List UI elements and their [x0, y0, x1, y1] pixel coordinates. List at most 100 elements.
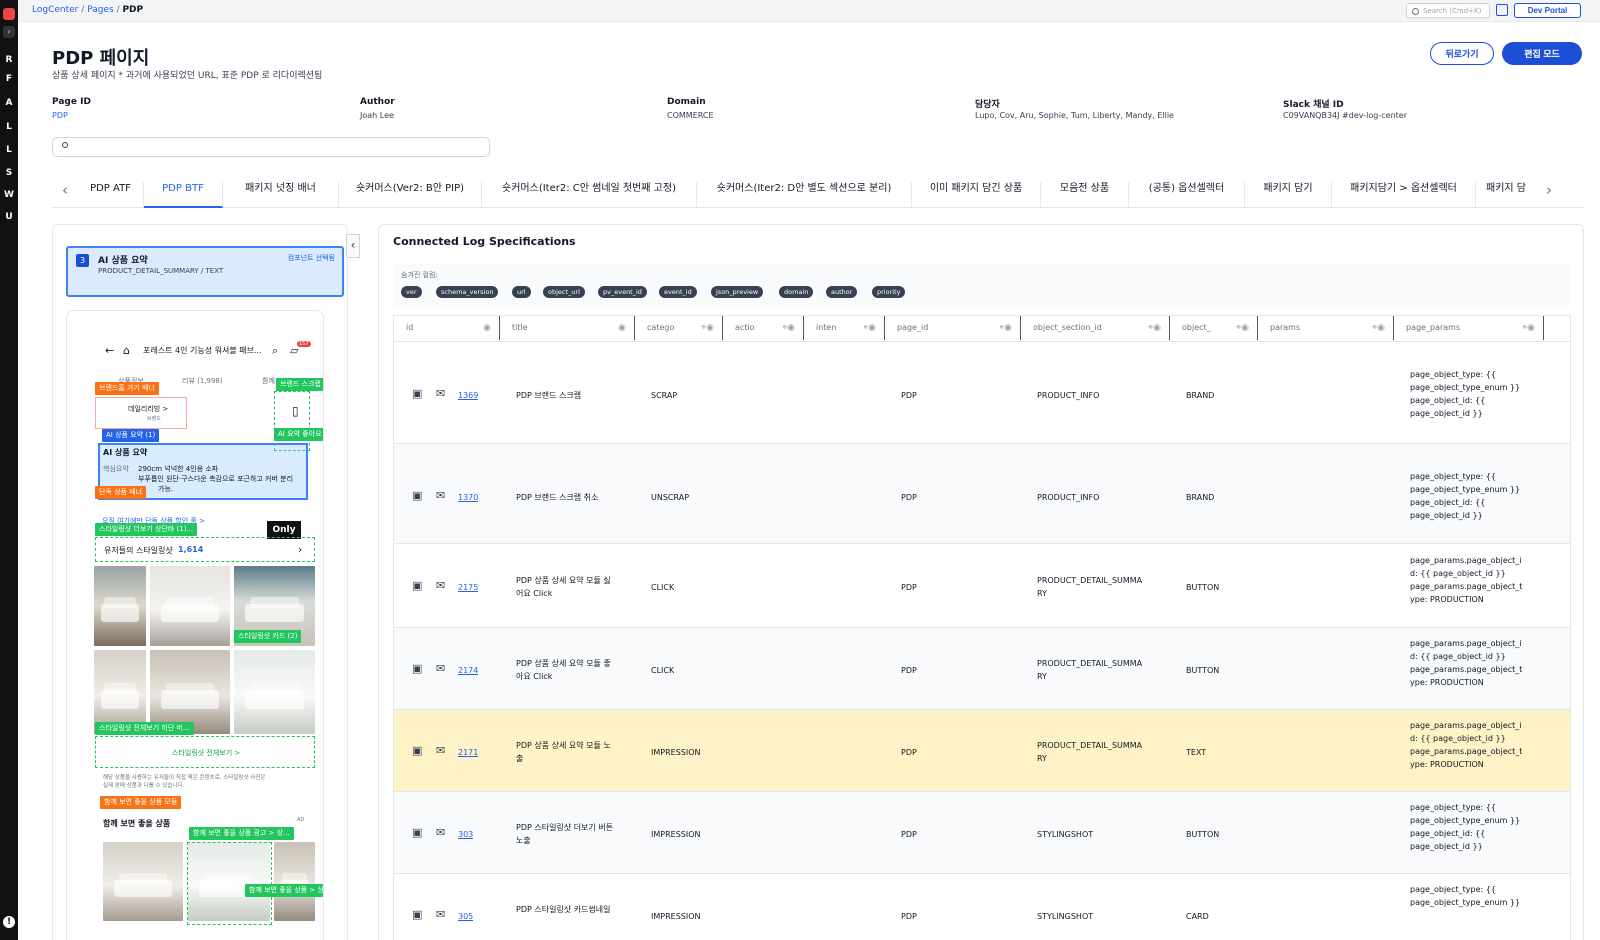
styling-photo-2[interactable]	[150, 566, 230, 646]
search-icon[interactable]: ⌕	[272, 344, 278, 358]
similar-products-module-tag[interactable]: 함께 보면 좋을 상품 모듈	[100, 796, 182, 809]
similar-products-ad-tag[interactable]: 함께 보면 좋을 상품 광고 > 상...	[189, 827, 294, 840]
dev-portal-button[interactable]: Dev Portal	[1514, 3, 1581, 18]
tab-package-option-selector[interactable]: 패키지담기 > 옵션셀렉터	[1332, 182, 1476, 208]
tab-option-selector[interactable]: (공통) 옵션셀렉터	[1129, 182, 1245, 208]
styling-more-button[interactable]: 스타일링샷 전체보기 >	[172, 748, 240, 758]
table-row[interactable]: ▣ ✉ 1369 PDP 브랜드 스크랩 SCRAP PDP PRODUCT_IN…	[394, 341, 1570, 443]
hidden-column-chip[interactable]: event_id	[659, 286, 697, 298]
hidden-column-chip[interactable]: url	[512, 286, 531, 298]
hidden-column-chip[interactable]: pv_event_id	[598, 286, 647, 298]
ai-like-button-tag[interactable]: AI 요약 좋아요 버튼 (1)	[274, 428, 323, 441]
comment-icon[interactable]: ▣	[412, 579, 422, 592]
log-id[interactable]: 2175	[458, 581, 478, 594]
mail-icon[interactable]: ✉	[436, 744, 445, 757]
edit-mode-button[interactable]: 편집 모드	[1502, 42, 1582, 65]
selected-component-link[interactable]: 컴포넌트 선택됨	[288, 253, 335, 263]
column-header-params[interactable]: params ⌖◉	[1258, 316, 1394, 340]
back-button[interactable]: 뒤로가기	[1430, 42, 1494, 65]
log-id[interactable]: 2174	[458, 664, 478, 677]
comment-icon[interactable]: ▣	[412, 744, 422, 757]
column-header-intent[interactable]: inten ⌖◉	[804, 316, 885, 340]
table-row[interactable]: ▣ ✉ 1370 PDP 브랜드 스크랩 취소 UNSCRAP PDP PRODU…	[394, 443, 1570, 543]
log-id[interactable]: 1370	[458, 491, 478, 504]
panel-toggle-icon[interactable]	[1496, 4, 1508, 16]
rail-item-s[interactable]: S	[0, 168, 18, 178]
column-header-title[interactable]: title ◉	[500, 316, 635, 340]
styling-card-tag[interactable]: 스타일링샷 카드 (2)	[234, 630, 302, 643]
hidden-column-chip[interactable]: schema_version	[436, 286, 499, 298]
page-search-input[interactable]	[52, 137, 490, 157]
comment-icon[interactable]: ▣	[412, 387, 422, 400]
tab-next-icon[interactable]: ›	[1546, 183, 1552, 198]
breadcrumb-pages[interactable]: Pages	[87, 5, 113, 15]
mail-icon[interactable]: ✉	[436, 579, 445, 592]
tab-short-commerce-c[interactable]: 숏커머스(Iter2: C안 썸네일 첫번째 고정)	[482, 182, 697, 208]
column-header-page-params[interactable]: page_params ⌖◉	[1394, 316, 1544, 340]
rail-item-l-2[interactable]: L	[0, 145, 18, 155]
hidden-column-chip[interactable]: author	[826, 286, 858, 298]
log-id[interactable]: 305	[458, 910, 473, 923]
column-header-object[interactable]: object_ ⌖◉	[1170, 316, 1258, 340]
comment-icon[interactable]: ▣	[412, 662, 422, 675]
tab-review[interactable]: 리뷰 (1,998)	[182, 376, 223, 386]
expand-icon[interactable]: ›	[3, 26, 15, 38]
table-row[interactable]: ▣ ✉ 305 PDP 스타일링샷 카드썸네일 IMPRESSION PDP ST…	[394, 873, 1570, 940]
rail-item-l[interactable]: L	[0, 122, 18, 132]
comment-icon[interactable]: ▣	[412, 908, 422, 921]
tab-pdp-atf[interactable]: PDP ATF	[78, 182, 144, 208]
ai-summary-tag[interactable]: AI 상품 요약 (1)	[102, 429, 160, 442]
rail-item-w[interactable]: W	[0, 190, 18, 200]
similar-product-card-tag[interactable]: 함께 보면 좋을 상품 > 상품 카...	[245, 884, 323, 897]
table-row-highlighted[interactable]: ▣ ✉ 2171 PDP 상품 상세 요약 모듈 노 출 IMPRESSION P…	[394, 709, 1570, 791]
selected-component-card[interactable]: 3 AI 상품 요약 PRODUCT_DETAIL_SUMMARY / TEXT…	[66, 246, 344, 297]
styling-photo-1[interactable]	[94, 566, 146, 646]
tab-package-added[interactable]: 이미 패키지 담긴 상품	[912, 182, 1041, 208]
column-header-action[interactable]: actio ⌖◉	[723, 316, 804, 340]
help-icon[interactable]: !	[3, 916, 15, 928]
similar-product-1[interactable]	[103, 842, 183, 921]
column-header-object-section-id[interactable]: object_section_id ⌖◉	[1021, 316, 1170, 340]
tab-short-commerce-v2[interactable]: 숏커머스(Ver2: B안 PIP)	[339, 182, 482, 208]
rail-item-f[interactable]: F	[0, 74, 18, 84]
tab-package-add-truncated[interactable]: 패키지 담	[1476, 182, 1536, 208]
tab-short-commerce-d[interactable]: 숏커머스(Iter2: D안 별도 섹션으로 분리)	[697, 182, 912, 208]
home-icon[interactable]: ⌂	[123, 344, 130, 357]
mail-icon[interactable]: ✉	[436, 826, 445, 839]
tab-collection-product[interactable]: 모음전 상품	[1041, 182, 1129, 208]
column-header-category[interactable]: catego ⌖◉	[635, 316, 723, 340]
rail-item-a[interactable]: A	[0, 98, 18, 108]
bookmark-icon[interactable]: ▯	[292, 404, 299, 418]
hidden-column-chip[interactable]: json_preview	[711, 286, 764, 298]
column-header-id[interactable]: id ◉	[394, 316, 500, 340]
hidden-column-chip[interactable]: priority	[872, 286, 906, 298]
brand-scrap-tag[interactable]: 브랜드 스크랩 (2)	[276, 378, 323, 391]
back-arrow-icon[interactable]: ←	[105, 344, 114, 357]
column-header-page-id[interactable]: page_id ⌖◉	[885, 316, 1021, 340]
similar-product-3[interactable]	[274, 842, 315, 921]
rail-item-u[interactable]: U	[0, 212, 18, 222]
styling-arrow-icon[interactable]: ›	[298, 543, 302, 556]
log-id[interactable]: 1369	[458, 389, 478, 402]
styling-more-bottom-tag[interactable]: 스타일링샷 전체보기 하단 버...	[95, 722, 194, 735]
styling-top-tag[interactable]: 스타일링샷 더보기 상단바 (1)...	[95, 523, 198, 536]
hidden-column-chip[interactable]: domain	[779, 286, 814, 298]
tab-package-nudge[interactable]: 패키지 넛징 배너	[223, 182, 339, 208]
log-id[interactable]: 2171	[458, 746, 478, 759]
brand-home-banner-tag[interactable]: 브랜드홈 가기 배너	[95, 382, 159, 395]
styling-photo-6[interactable]	[234, 650, 315, 734]
tab-pdp-btf[interactable]: PDP BTF	[144, 182, 223, 208]
breadcrumb-logcenter[interactable]: LogCenter	[32, 5, 78, 15]
exclusive-banner-tag[interactable]: 단독 상품 배너	[95, 486, 147, 499]
table-row[interactable]: ▣ ✉ 303 PDP 스타일링샷 더보기 버튼 노출 IMPRESSION PD…	[394, 791, 1570, 873]
rocket-icon[interactable]	[3, 8, 15, 20]
hidden-column-chip[interactable]: object_url	[543, 286, 585, 298]
mail-icon[interactable]: ✉	[436, 662, 445, 675]
tab-package-add[interactable]: 패키지 담기	[1245, 182, 1332, 208]
mail-icon[interactable]: ✉	[436, 908, 445, 921]
comment-icon[interactable]: ▣	[412, 489, 422, 502]
table-row[interactable]: ▣ ✉ 2174 PDP 상품 상세 요약 모듈 좋 아요 Click CLICK…	[394, 627, 1570, 709]
hidden-column-chip[interactable]: ver	[401, 286, 422, 298]
tab-prev-icon[interactable]: ‹	[62, 183, 68, 198]
mail-icon[interactable]: ✉	[436, 387, 445, 400]
